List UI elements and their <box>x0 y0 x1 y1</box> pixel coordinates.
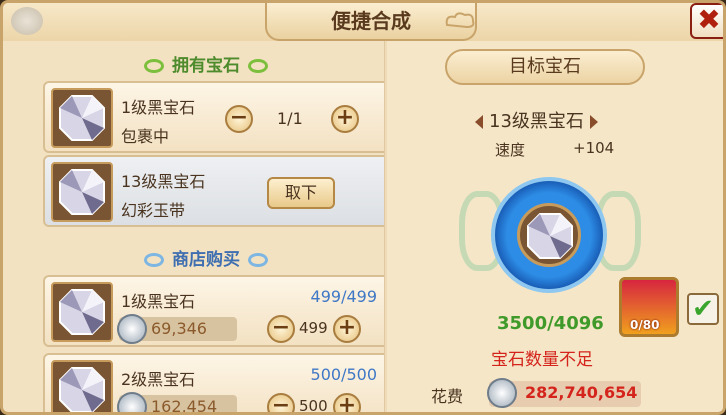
owned-gems-title: 拥有宝石 <box>172 56 240 76</box>
black-gem-icon <box>527 213 573 259</box>
use-chest-checkbox[interactable]: ✔ <box>687 293 719 325</box>
swirl-icon <box>144 253 164 267</box>
insufficient-warning: 宝石数量不足 <box>491 350 593 370</box>
black-gem-icon <box>59 289 105 335</box>
buy-quantity[interactable]: 500 <box>299 397 328 412</box>
left-panel: 拥有宝石 1级黑宝石 包裹中 − 1/1 + 13级黑宝石 幻彩玉带 取下 商店… <box>33 47 393 412</box>
owned-gem-card[interactable]: 13级黑宝石 幻彩玉带 取下 <box>43 155 393 227</box>
corner-ornament <box>11 7 43 35</box>
decrease-button[interactable]: − <box>267 315 295 343</box>
gem-quantity: 1/1 <box>277 109 303 128</box>
target-gem-header: 目标宝石 <box>445 49 645 85</box>
black-gem-icon <box>59 169 105 215</box>
stock-count: 500/500 <box>310 365 377 384</box>
target-gem-orb <box>491 177 607 293</box>
swirl-icon <box>248 253 268 267</box>
shop-gem-card[interactable]: 2级黑宝石 500/500 162,454 − 500 + <box>43 353 393 415</box>
gem-name: 2级黑宝石 <box>121 370 196 389</box>
stat-label: 速度 <box>495 141 526 159</box>
target-gem-name: 13级黑宝石 <box>489 111 584 132</box>
synthesis-window: 便捷合成 ✖ 拥有宝石 1级黑宝石 包裹中 − 1/1 + 13级黑宝石 幻彩玉… <box>0 0 726 415</box>
gem-slot <box>517 203 581 267</box>
silver-coin-icon <box>117 392 147 412</box>
gem-slot <box>51 360 113 412</box>
black-gem-icon <box>59 95 105 141</box>
price-value: 69,346 <box>151 319 207 338</box>
shop-header: 商店购买 <box>33 245 379 275</box>
right-panel: 目标宝石 13级黑宝石 速度 +104 0/80 ✔ 3500/4096 宝石数… <box>387 41 723 412</box>
increase-button[interactable]: + <box>331 105 359 133</box>
swirl-icon <box>248 59 268 73</box>
chest-count: 0/80 <box>630 318 660 332</box>
price-box: 69,346 <box>117 314 237 344</box>
gem-location: 幻彩玉带 <box>121 201 186 220</box>
owned-gems-header: 拥有宝石 <box>33 51 379 81</box>
increase-button[interactable]: + <box>333 393 361 412</box>
gem-name: 13级黑宝石 <box>121 172 206 191</box>
stock-count: 499/499 <box>310 287 377 306</box>
gem-slot <box>51 162 113 222</box>
treasure-chest-icon[interactable]: 0/80 <box>619 277 679 337</box>
stat-value: +104 <box>573 139 615 157</box>
cloud-ornament-right-icon <box>445 12 475 29</box>
price-box: 162,454 <box>117 392 237 415</box>
next-arrow-icon[interactable] <box>589 115 598 129</box>
buy-quantity[interactable]: 499 <box>299 319 328 337</box>
close-button[interactable]: ✖ <box>690 3 723 39</box>
shop-title: 商店购买 <box>172 250 240 270</box>
swirl-icon <box>144 59 164 73</box>
title-bar: 便捷合成 ✖ <box>3 3 723 41</box>
cost-label: 花费 <box>431 387 464 406</box>
shop-gem-card[interactable]: 1级黑宝石 499/499 69,346 − 499 + <box>43 275 393 347</box>
gem-location: 包裹中 <box>121 127 170 146</box>
target-gem-selector[interactable]: 13级黑宝石 <box>475 107 598 133</box>
cost-value: 282,740,654 <box>525 383 638 402</box>
increase-button[interactable]: + <box>333 315 361 343</box>
decrease-button[interactable]: − <box>267 393 295 412</box>
synthesis-progress: 3500/4096 <box>497 313 604 334</box>
gem-slot <box>51 88 113 148</box>
silver-coin-icon <box>487 378 517 408</box>
decrease-button[interactable]: − <box>225 105 253 133</box>
gem-name: 1级黑宝石 <box>121 98 196 117</box>
owned-gem-card[interactable]: 1级黑宝石 包裹中 − 1/1 + <box>43 81 393 153</box>
gem-name: 1级黑宝石 <box>121 292 196 311</box>
unequip-button[interactable]: 取下 <box>267 177 335 209</box>
prev-arrow-icon[interactable] <box>475 115 483 129</box>
black-gem-icon <box>59 367 105 412</box>
silver-coin-icon <box>117 314 147 344</box>
cost-box: 282,740,654 <box>487 378 641 408</box>
price-value: 162,454 <box>151 397 218 415</box>
gem-slot <box>51 282 113 342</box>
